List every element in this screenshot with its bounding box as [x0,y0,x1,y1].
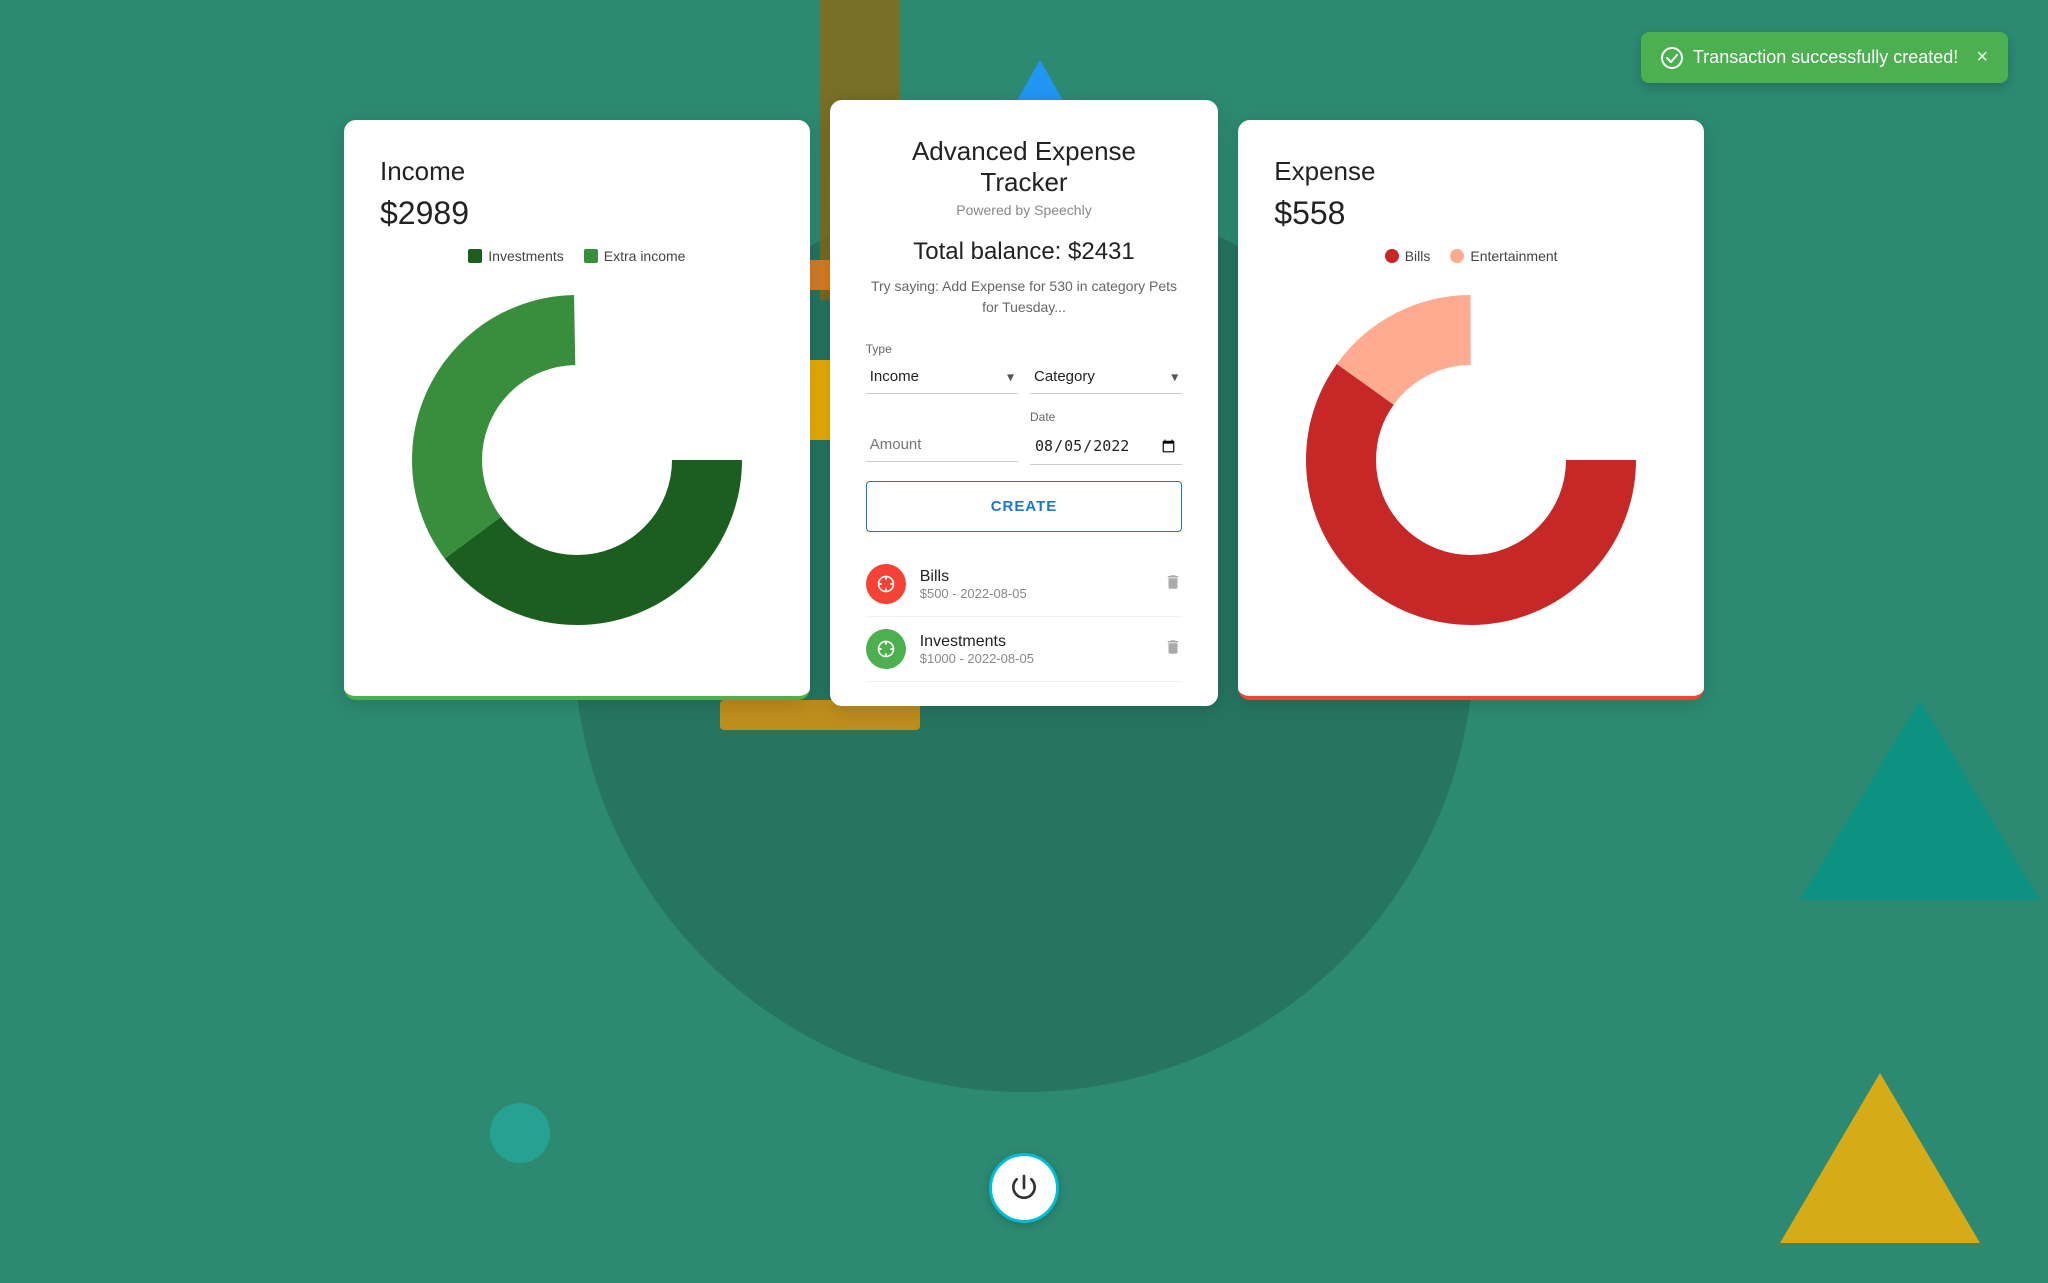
try-saying-hint: Try saying: Add Expense for 530 in categ… [866,276,1183,318]
expense-legend-dot-2 [1450,249,1464,263]
check-icon [1661,47,1683,69]
expense-title: Expense [1274,156,1668,187]
income-legend-dot-2 [584,249,598,263]
create-button[interactable]: CREATE [866,481,1183,532]
transaction-meta-investments: $1000 - 2022-08-05 [920,651,1151,666]
transaction-delete-investments[interactable] [1164,637,1182,662]
transaction-meta-bills: $500 - 2022-08-05 [920,586,1151,601]
income-legend-item-2: Extra income [584,248,686,264]
expense-legend: Bills Entertainment [1274,248,1668,264]
income-donut-chart [397,280,757,640]
expense-donut-chart [1291,280,1651,640]
app-subtitle: Powered by Speechly [866,202,1183,218]
income-card: Income $2989 Investments Extra income [344,120,810,700]
income-amount: $2989 [380,195,774,232]
type-select-wrapper[interactable]: Income Expense [866,360,1018,394]
transaction-info-bills: Bills $500 - 2022-08-05 [920,568,1151,601]
transaction-info-investments: Investments $1000 - 2022-08-05 [920,633,1151,666]
app-title: Advanced Expense Tracker [866,136,1183,198]
category-label [1030,342,1182,356]
expense-legend-dot-1 [1385,249,1399,263]
type-select[interactable]: Income Expense [866,360,1018,394]
income-donut-container [380,280,774,640]
transaction-icon-bills [866,564,906,604]
success-toast: Transaction successfully created! × [1641,32,2008,83]
transaction-item-investments: Investments $1000 - 2022-08-05 [866,617,1183,682]
type-group: Type Income Expense [866,342,1018,394]
transaction-name-investments: Investments [920,633,1151,651]
toast-close-button[interactable]: × [1976,46,1988,69]
transaction-icon-investments [866,629,906,669]
transaction-name-bills: Bills [920,568,1151,586]
date-group: Date [1030,410,1182,465]
expense-legend-label-2: Entertainment [1470,248,1557,264]
center-card: Advanced Expense Tracker Powered by Spee… [830,100,1219,706]
transactions-list: Bills $500 - 2022-08-05 Investments [866,552,1183,682]
amount-group [866,410,1018,465]
toast-message: Transaction successfully created! [1693,47,1958,68]
total-balance: Total balance: $2431 [866,238,1183,266]
date-input[interactable] [1030,428,1182,465]
transaction-item-bills: Bills $500 - 2022-08-05 [866,552,1183,617]
income-legend: Investments Extra income [380,248,774,264]
expense-legend-item-2: Entertainment [1450,248,1557,264]
expense-donut-container [1274,280,1668,640]
income-legend-item-1: Investments [468,248,563,264]
category-select-wrapper[interactable]: Category Bills Entertainment Investments… [1030,360,1182,394]
category-select[interactable]: Category Bills Entertainment Investments… [1030,360,1182,394]
amount-input[interactable] [866,428,1018,462]
income-legend-label-2: Extra income [604,248,686,264]
transaction-delete-bills[interactable] [1164,572,1182,597]
category-group: Category Bills Entertainment Investments… [1030,342,1182,394]
form-type-row: Type Income Expense Category Bills Enter… [866,342,1183,394]
amount-label [866,410,1018,424]
power-icon [1008,1172,1040,1204]
expense-amount: $558 [1274,195,1668,232]
expense-legend-label-1: Bills [1405,248,1431,264]
expense-legend-item-1: Bills [1385,248,1431,264]
income-legend-label-1: Investments [488,248,563,264]
income-legend-dot-1 [468,249,482,263]
expense-card: Expense $558 Bills Entertainment [1238,120,1704,700]
date-label: Date [1030,410,1182,424]
type-label: Type [866,342,1018,356]
form-amount-date-row: Date [866,410,1183,465]
power-button[interactable] [989,1153,1059,1223]
income-title: Income [380,156,774,187]
